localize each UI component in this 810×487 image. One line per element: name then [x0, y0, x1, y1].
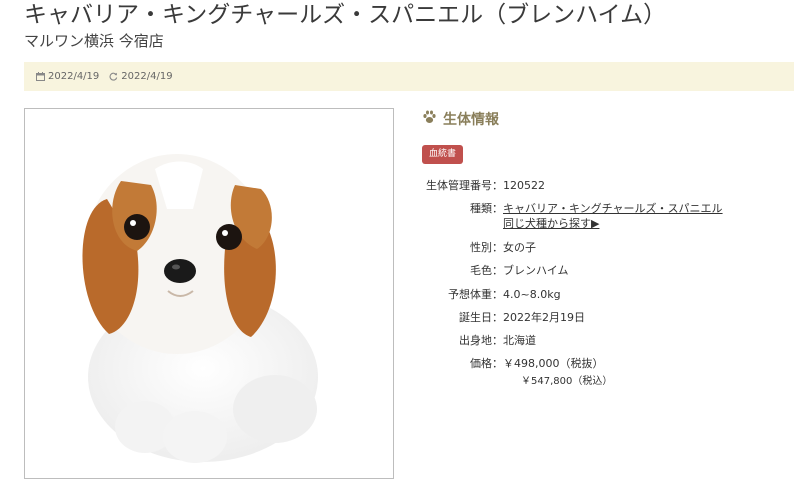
spec-value: 女の子: [503, 241, 536, 254]
spec-row-sex: 性別：女の子: [410, 240, 790, 255]
spec-value: ブレンハイム: [503, 264, 569, 277]
calendar-icon: [36, 72, 45, 81]
price-value: ￥498,000（税抜）: [503, 357, 604, 370]
updated-date-text: 2022/4/19: [121, 71, 173, 82]
spec-row-origin: 出身地：北海道: [410, 333, 790, 348]
refresh-icon: [109, 72, 118, 81]
spec-label: 性別：: [470, 241, 503, 254]
spec-row-price: 価格：￥498,000（税抜）: [410, 356, 790, 371]
spec-label: 誕生日：: [459, 311, 503, 324]
spec-label: 出身地：: [459, 334, 503, 347]
spec-row-color: 毛色：ブレンハイム: [410, 263, 790, 278]
updated-date: 2022/4/19: [109, 71, 173, 82]
pedigree-badge: 血統書: [422, 145, 464, 164]
published-date-text: 2022/4/19: [48, 71, 100, 82]
same-breed-search-link[interactable]: 同じ犬種から探す▶: [503, 217, 599, 230]
puppy-photo[interactable]: [24, 108, 394, 479]
paw-icon: [422, 110, 437, 128]
shop-name: マルワン横浜 今宿店: [24, 32, 164, 50]
spec-row-weight: 予想体重：4.0~8.0kg: [410, 287, 790, 302]
spec-row-birthday: 誕生日：2022年2月19日: [410, 310, 790, 325]
spec-label: 生体管理番号：: [426, 179, 503, 192]
spec-value: 120522: [503, 179, 545, 192]
spec-label: 種類：: [470, 202, 503, 215]
spec-label: 予想体重：: [448, 288, 503, 301]
spec-row-breed: 種類：キャバリア・キングチャールズ・スパニエル 同じ犬種から探す▶: [410, 201, 790, 231]
published-date: 2022/4/19: [36, 71, 99, 82]
spec-value: 2022年2月19日: [503, 311, 585, 324]
date-bar: 2022/4/19 2022/4/19: [24, 62, 794, 91]
breed-link[interactable]: キャバリア・キングチャールズ・スパニエル: [503, 202, 723, 215]
spec-label: 毛色：: [470, 264, 503, 277]
puppy-illustration: [25, 109, 393, 478]
spec-value: 北海道: [503, 334, 536, 347]
spec-value: 4.0~8.0kg: [503, 288, 561, 301]
price-tax-included: ￥547,800（税込）: [521, 376, 613, 387]
spec-row-id: 生体管理番号：120522: [410, 178, 790, 193]
spec-label: 価格：: [470, 357, 503, 370]
page-title: キャバリア・キングチャールズ・スパニエル（ブレンハイム）: [24, 2, 667, 28]
info-heading-text: 生体情報: [443, 112, 499, 128]
info-heading: 生体情報: [422, 109, 499, 129]
